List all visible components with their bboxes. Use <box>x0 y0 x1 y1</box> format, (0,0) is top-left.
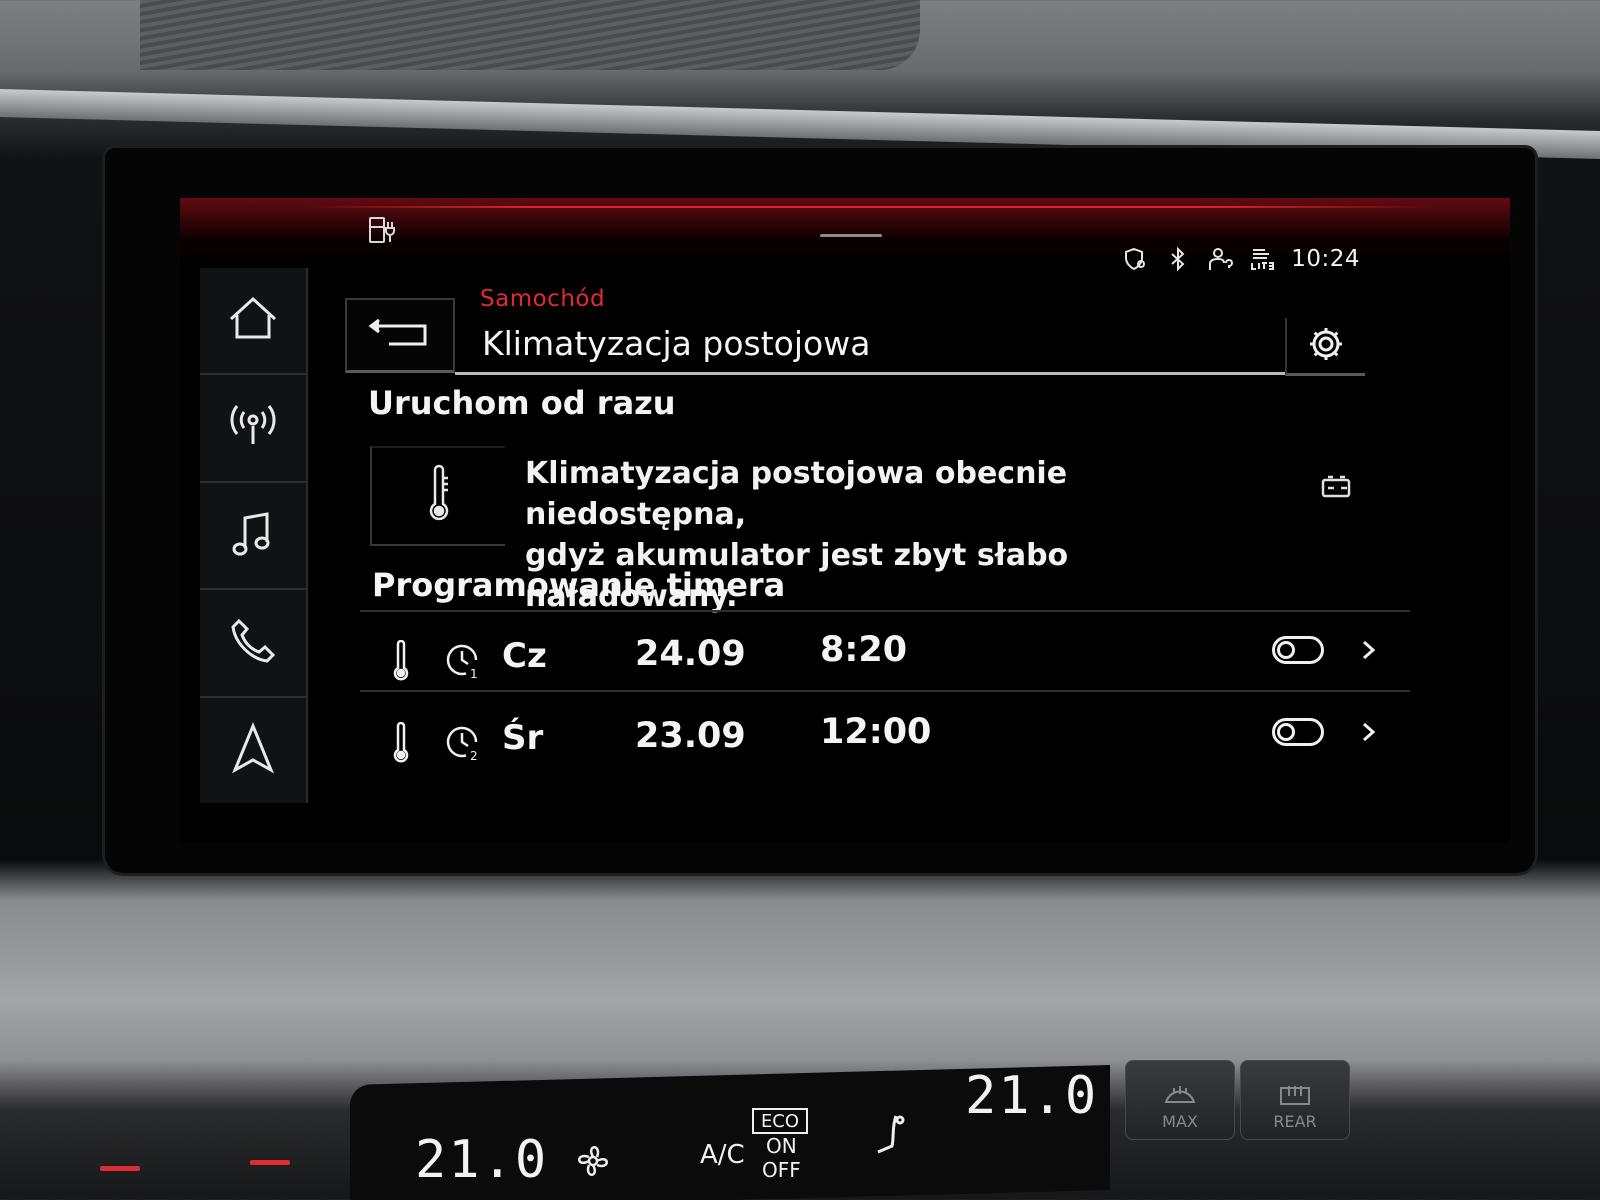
back-arrow-icon <box>367 316 433 354</box>
timer-toggle[interactable] <box>1272 718 1324 746</box>
divider <box>360 690 1410 692</box>
divider <box>360 610 1410 612</box>
start-now-heading: Uruchom od razu <box>368 384 676 422</box>
location-shield-icon <box>1123 246 1149 272</box>
thermometer-icon <box>390 639 412 682</box>
side-navigation <box>200 268 308 804</box>
ev-charging-icon[interactable] <box>366 214 398 246</box>
profile-icon <box>1207 246 1234 272</box>
on-label: ON <box>766 1134 797 1158</box>
svg-text:2: 2 <box>470 749 478 762</box>
timer-time: 8:20 <box>820 630 908 670</box>
timer-date: 24.09 <box>635 634 746 674</box>
timer-clock-icon: 2 <box>442 722 482 763</box>
timer-heading: Programowanie timera <box>372 566 786 604</box>
nav-item-home[interactable] <box>200 268 308 376</box>
rear-defrost-button[interactable]: REAR <box>1240 1060 1350 1140</box>
clock: 10:24 <box>1291 246 1360 272</box>
eco-label[interactable]: ECO <box>752 1108 808 1134</box>
back-button[interactable] <box>345 298 455 373</box>
gear-icon <box>1307 325 1345 367</box>
timer-toggle[interactable] <box>1272 636 1324 664</box>
start-now-button[interactable] <box>370 446 505 546</box>
radio-antenna-icon <box>225 398 281 458</box>
thermometer-icon <box>390 721 412 764</box>
timer-clock-icon: 1 <box>442 640 482 681</box>
message-line-1: Klimatyzacja postojowa obecnie niedostęp… <box>525 456 1068 532</box>
timer-row[interactable]: 1 Cz 24.09 8:20 <box>360 618 1420 698</box>
seat-airflow-icon[interactable] <box>870 1112 910 1162</box>
navigation-arrow-icon <box>225 720 281 780</box>
battery-icon <box>1320 474 1354 500</box>
settings-button[interactable] <box>1285 318 1365 376</box>
off-label: OFF <box>762 1158 801 1182</box>
drawer-handle[interactable] <box>820 234 882 237</box>
page-title: Klimatyzacja postojowa <box>482 324 871 363</box>
ac-label[interactable]: A/C <box>700 1140 745 1170</box>
right-temperature[interactable]: 21.0 <box>965 1066 1098 1126</box>
timer-day: Śr <box>502 718 544 758</box>
on-off-label[interactable]: ON OFF <box>762 1134 801 1182</box>
chevron-right-icon[interactable] <box>1360 636 1378 664</box>
phone-icon <box>225 613 281 673</box>
nav-item-radio[interactable] <box>200 375 308 483</box>
infotainment-screen: 10:24 Samochód Klimatyzacja postojowa Ur… <box>180 198 1510 843</box>
thermometer-icon <box>424 464 454 528</box>
bluetooth-icon <box>1165 246 1191 272</box>
breadcrumb[interactable]: Samochód <box>480 286 605 312</box>
left-temperature[interactable]: 21.0 <box>415 1130 548 1190</box>
svg-text:1: 1 <box>470 667 478 680</box>
nav-item-media[interactable] <box>200 482 308 591</box>
rear-label: REAR <box>1273 1112 1317 1131</box>
home-icon <box>225 291 281 351</box>
max-label: MAX <box>1162 1112 1198 1131</box>
max-defrost-button[interactable]: MAX <box>1125 1060 1235 1140</box>
dashboard-vent <box>140 0 920 70</box>
indicator-led <box>250 1160 290 1165</box>
nav-item-navigation[interactable] <box>200 697 308 804</box>
timer-time: 12:00 <box>820 712 932 752</box>
fan-icon[interactable] <box>572 1140 614 1182</box>
title-underline <box>455 372 1285 375</box>
status-bar: 10:24 <box>1123 242 1360 276</box>
timer-date: 23.09 <box>635 716 746 756</box>
music-note-icon <box>225 506 281 566</box>
timer-day: Cz <box>502 636 547 676</box>
nav-item-phone[interactable] <box>200 590 308 698</box>
header-accent-line <box>300 206 1440 208</box>
chevron-right-icon[interactable] <box>1360 718 1378 746</box>
indicator-led <box>100 1166 140 1171</box>
timer-row[interactable]: 2 Śr 23.09 12:00 <box>360 700 1420 780</box>
lte-icon <box>1249 246 1275 272</box>
